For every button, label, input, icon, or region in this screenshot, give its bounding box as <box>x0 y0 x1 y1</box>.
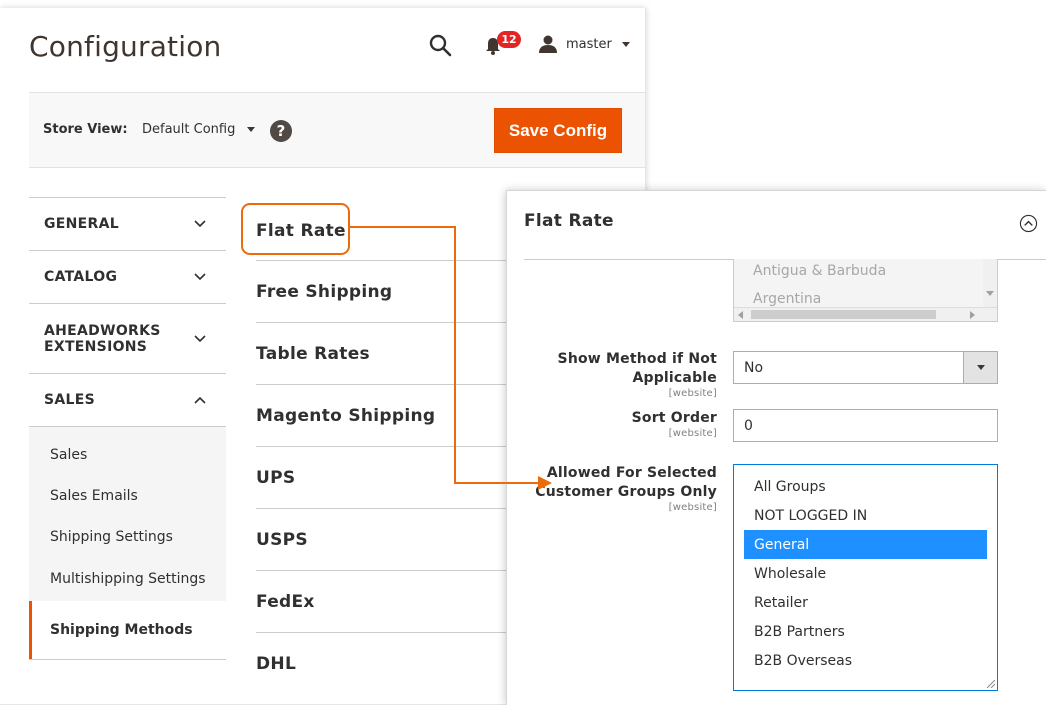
store-view-value: Default Config <box>142 122 236 137</box>
show-method-value: No <box>744 360 764 376</box>
group-option-not-logged-in[interactable]: NOT LOGGED IN <box>744 501 987 530</box>
group-option-all-groups[interactable]: All Groups <box>744 472 987 501</box>
detail-title: Flat Rate <box>524 211 614 231</box>
collapse-icon[interactable] <box>1019 214 1038 233</box>
chevron-down-icon <box>247 127 256 132</box>
user-menu[interactable]: master <box>538 32 630 56</box>
chevron-down-icon <box>194 273 206 281</box>
show-method-label: Show Method if Not Applicable [website] <box>507 350 717 399</box>
sidebar-group-sales[interactable]: SALES <box>29 374 226 427</box>
vertical-scrollbar[interactable] <box>983 259 997 309</box>
store-view-label: Store View: <box>43 122 128 137</box>
user-name: master <box>566 36 612 52</box>
country-option[interactable]: Argentina <box>753 291 821 307</box>
sidebar-group-catalog[interactable]: CATALOG <box>29 251 226 304</box>
chevron-right-icon <box>970 311 975 319</box>
group-option-general[interactable]: General <box>744 530 987 559</box>
scrollbar-thumb[interactable] <box>751 310 936 319</box>
sales-submenu: Sales Sales Emails Shipping Settings Mul… <box>29 427 226 660</box>
sidebar-group-label: SALES <box>44 392 95 408</box>
sidebar-group-label: GENERAL <box>44 216 119 232</box>
scope-label: [website] <box>668 428 717 439</box>
chevron-left-icon <box>738 311 743 319</box>
show-method-select[interactable]: No <box>733 351 998 384</box>
country-option[interactable]: Antigua & Barbuda <box>753 263 886 279</box>
sidebar-group-label: CATALOG <box>44 269 118 285</box>
dropdown-toggle[interactable] <box>963 352 997 383</box>
group-option-wholesale[interactable]: Wholesale <box>744 559 987 588</box>
customer-groups-multiselect[interactable]: All Groups NOT LOGGED IN General Wholesa… <box>733 464 998 691</box>
notification-badge: 12 <box>497 31 521 48</box>
chevron-down-icon <box>986 291 994 296</box>
notifications-button[interactable]: 12 <box>483 31 523 58</box>
scope-label: [website] <box>668 502 717 513</box>
sidebar-group-aheadworks[interactable]: AHEADWORKS EXTENSIONS <box>29 304 226 374</box>
ship-to-countries-select[interactable]: Antigua & Barbuda Argentina <box>733 259 998 322</box>
group-option-retailer[interactable]: Retailer <box>744 588 987 617</box>
sort-order-input[interactable] <box>733 409 998 442</box>
sidebar-group-general[interactable]: GENERAL <box>29 198 226 251</box>
sort-order-label: Sort Order [website] <box>507 409 717 439</box>
scope-label: [website] <box>668 388 717 399</box>
store-view-switcher[interactable]: Default Config <box>142 122 256 137</box>
sidebar-item-shipping-methods[interactable]: Shipping Methods <box>29 601 226 659</box>
flat-rate-highlight <box>241 203 350 255</box>
user-icon <box>539 35 557 53</box>
allowed-groups-label: Allowed For Selected Customer Groups Onl… <box>507 464 717 513</box>
chevron-down-icon <box>194 220 206 228</box>
sidebar-group-label: AHEADWORKS EXTENSIONS <box>44 322 161 355</box>
group-option-b2b-overseas[interactable]: B2B Overseas <box>744 646 987 675</box>
page-title: Configuration <box>29 30 222 63</box>
store-view-bar: Store View: Default Config ? Save Config <box>29 92 645 168</box>
save-config-button[interactable]: Save Config <box>494 108 622 153</box>
group-option-b2b-partners[interactable]: B2B Partners <box>744 617 987 646</box>
sidebar-item-sales-emails[interactable]: Sales Emails <box>29 475 226 516</box>
sidebar-item-multishipping-settings[interactable]: Multishipping Settings <box>29 557 226 601</box>
sidebar-item-sales[interactable]: Sales <box>29 434 226 475</box>
chevron-down-icon <box>194 334 206 342</box>
flat-rate-detail-panel: Flat Rate Antigua & Barbuda Argentina Sh… <box>506 190 1046 705</box>
search-icon[interactable] <box>428 33 452 57</box>
sidebar-item-shipping-settings[interactable]: Shipping Settings <box>29 516 226 557</box>
horizontal-scrollbar[interactable] <box>734 307 997 321</box>
resize-handle-icon[interactable] <box>987 680 995 688</box>
chevron-down-icon <box>621 41 630 47</box>
help-icon[interactable]: ? <box>270 120 292 142</box>
chevron-up-icon <box>194 396 206 404</box>
config-sidebar: GENERAL CATALOG AHEADWORKS EXTENSIONS SA… <box>29 197 226 660</box>
